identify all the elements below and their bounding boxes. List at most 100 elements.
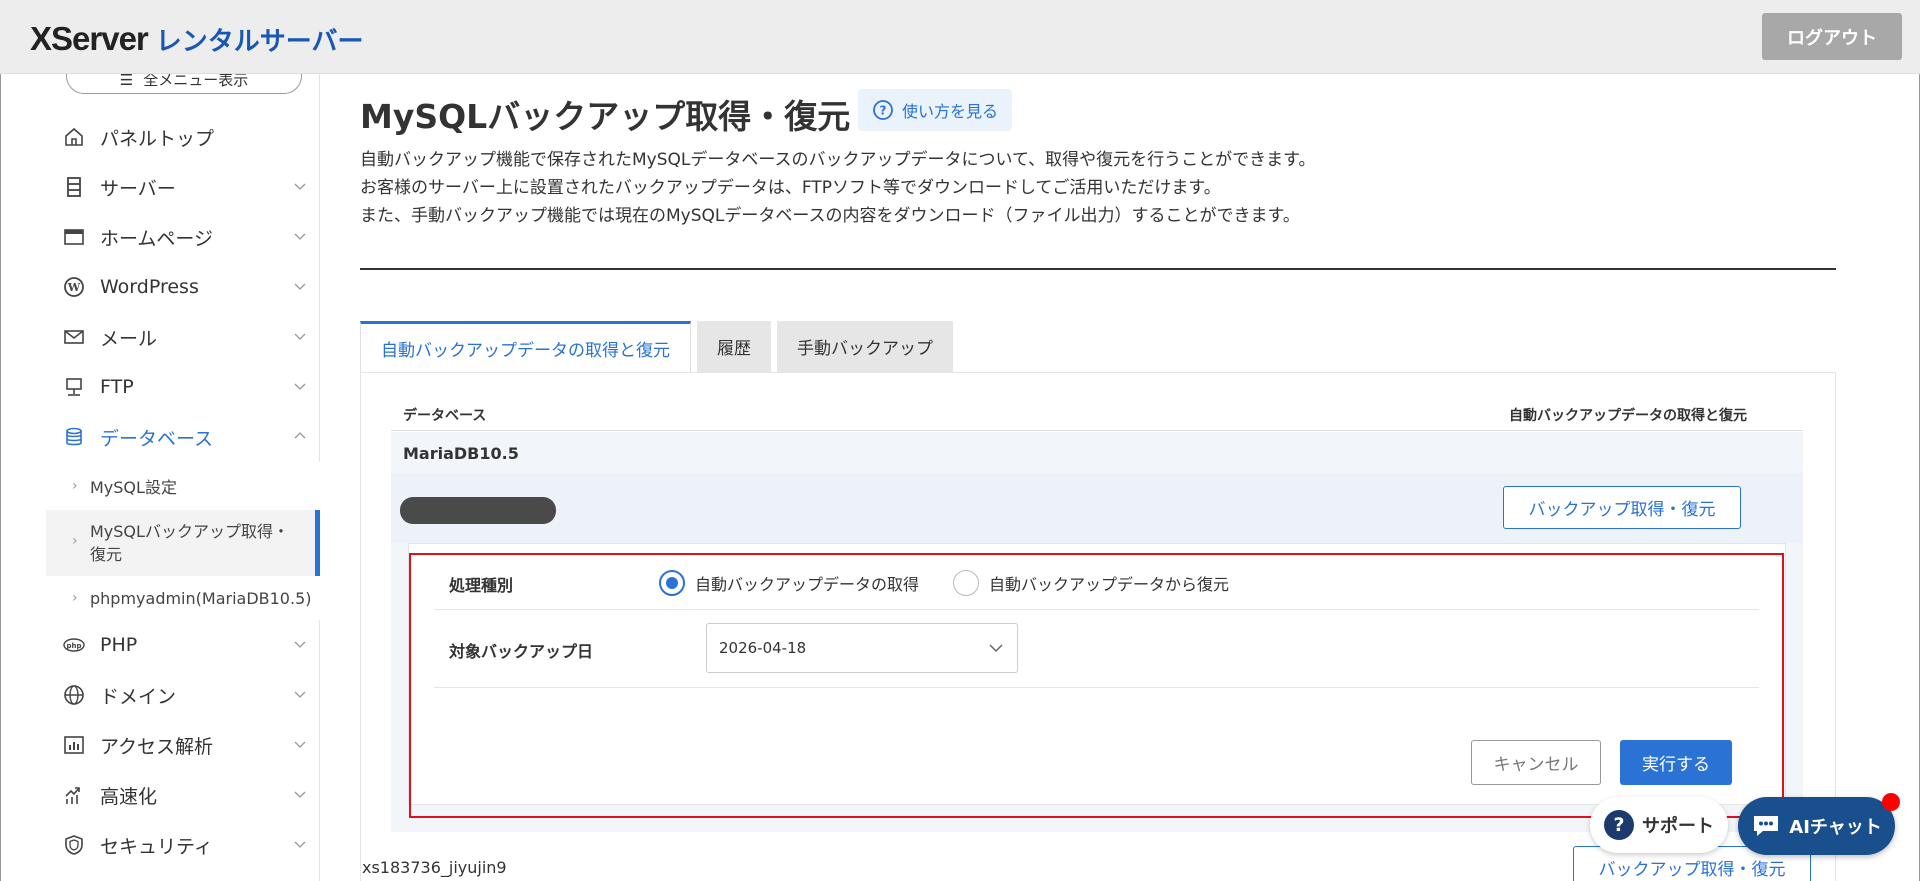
tab-bar: 自動バックアップデータの取得と復元 履歴 手動バックアップ [360,321,953,373]
form-row-process-type: 処理種別 自動バックアップデータの取得 自動バックアップデータから復元 [434,558,1759,610]
sidebar-item-speed[interactable]: 高速化 [46,770,320,820]
sidebar-sub-item-label: MySQLバックアップ取得・復元 [90,522,289,564]
server-icon [62,175,86,199]
page-description: 自動バックアップ機能で保存されたMySQLデータベースのバックアップデータについ… [360,146,1315,230]
chat-bubble-icon [1754,816,1779,836]
chevron-right-icon: › [72,590,78,606]
sidebar-sub-item-mysql-backup[interactable]: › MySQLバックアップ取得・復元 [46,510,320,576]
sidebar-nav: パネルトップ サーバー ホームページ W WordPress メール FTP デ… [46,112,320,870]
backup-date-select[interactable]: 2026-04-18 [706,623,1018,673]
speed-icon [62,783,86,807]
db-group-mariadb: MariaDB10.5 バックアップ取得・復元 処理種別 自動バックアップデータ… [391,432,1803,832]
backup-date-label: 対象バックアップ日 [449,642,594,661]
page-title: MySQLバックアップ取得・復元 [360,97,851,136]
sidebar-item-panel-top[interactable]: パネルトップ [46,112,320,162]
form-row-backup-date: 対象バックアップ日 2026-04-18 [434,610,1759,688]
description-line: また、手動バックアップ機能では現在のMySQLデータベースの内容をダウンロード（… [360,206,1300,226]
process-type-label: 処理種別 [449,576,514,595]
sidebar-item-label: WordPress [100,276,199,298]
description-line: 自動バックアップ機能で保存されたMySQLデータベースのバックアップデータについ… [360,150,1316,170]
database-name: xs183736_jiyujin9 [362,858,507,877]
xserver-logo[interactable]: XServer レンタルサーバー [30,20,364,58]
sidebar-sub-item-label: MySQL設定 [90,478,177,497]
chevron-down-icon [989,644,1003,653]
backup-form: 処理種別 自動バックアップデータの取得 自動バックアップデータから復元 対象バッ… [408,543,1786,805]
ftp-icon [62,375,86,399]
ai-chat-label: AIチャット [1789,817,1882,838]
cancel-button[interactable]: キャンセル [1471,740,1601,785]
logo-sub-text: レンタルサーバー [155,26,364,56]
sidebar: ☰ 全メニュー表示 パネルトップ サーバー ホームページ W WordPress… [46,66,320,881]
radio-label: 自動バックアップデータの取得 [695,575,920,594]
sidebar-item-homepage[interactable]: ホームページ [46,212,320,262]
section-divider [360,268,1836,270]
support-label: サポート [1642,816,1714,837]
database-icon [62,425,86,449]
sidebar-item-database[interactable]: データベース [46,412,320,462]
question-circle-icon: ? [873,100,893,120]
description-line: お客様のサーバー上に設置されたバックアップデータは、FTPソフト等でダウンロード… [360,178,1221,198]
sidebar-sub-item-label: phpmyadmin(MariaDB10.5) [90,588,312,608]
sidebar-item-label: ドメイン [100,685,177,708]
radio-get-backup[interactable]: 自動バックアップデータの取得 [659,570,919,596]
backup-date-value: 2026-04-18 [719,639,807,657]
sidebar-item-label: アクセス解析 [100,735,214,758]
chevron-down-icon [294,283,306,290]
sidebar-item-label: PHP [100,634,138,656]
sidebar-item-label: FTP [100,376,134,398]
chevron-down-icon [294,183,306,190]
sidebar-item-label: 高速化 [100,785,158,808]
chevron-down-icon [294,383,306,390]
execute-button[interactable]: 実行する [1620,740,1732,785]
radio-restore-backup[interactable]: 自動バックアップデータから復元 [953,570,1229,596]
notification-dot [1882,793,1900,811]
tab-auto-backup[interactable]: 自動バックアップデータの取得と復元 [360,321,691,373]
column-header-action: 自動バックアップデータの取得と復元 [1509,408,1747,424]
backup-restore-button[interactable]: バックアップ取得・復元 [1503,486,1741,529]
home-icon [62,125,86,149]
top-header: XServer レンタルサーバー ログアウト [0,0,1920,74]
sidebar-item-label: ホームページ [100,227,214,250]
sidebar-sub-item-mysql-settings[interactable]: › MySQL設定 [46,462,320,510]
chart-icon [62,733,86,757]
main-content: MySQLバックアップ取得・復元 ? 使い方を見る 自動バックアップ機能で保存さ… [320,74,1873,881]
shield-icon [62,833,86,857]
sidebar-item-access-analysis[interactable]: アクセス解析 [46,720,320,770]
chevron-right-icon: › [72,478,78,494]
sidebar-item-label: パネルトップ [100,127,215,150]
mail-icon [62,325,86,349]
db-group-name: MariaDB10.5 [403,444,519,463]
table-header: データベース 自動バックアップデータの取得と復元 [391,399,1803,431]
chevron-down-icon [294,641,306,648]
table-row: バックアップ取得・復元 [391,473,1803,543]
sidebar-item-label: セキュリティ [100,835,213,858]
tab-history[interactable]: 履歴 [697,321,771,372]
chevron-down-icon [294,741,306,748]
svg-text:?: ? [880,104,887,118]
redacted-database-name [400,497,556,524]
logo-main-text: XServer [30,20,149,57]
sidebar-sub-item-phpmyadmin[interactable]: › phpmyadmin(MariaDB10.5) [46,576,320,620]
browser-icon [62,225,86,249]
sidebar-item-server[interactable]: サーバー [46,162,320,212]
tab-manual-backup[interactable]: 手動バックアップ [777,321,953,372]
sidebar-item-ftp[interactable]: FTP [46,362,320,412]
window-frame-left [0,0,1,881]
sidebar-item-label: メール [100,327,158,350]
svg-text:php: php [66,642,81,650]
chevron-down-icon [294,233,306,240]
php-icon: php [62,633,86,657]
howto-link[interactable]: ? 使い方を見る [858,89,1013,131]
chevron-right-icon: › [72,533,78,549]
logout-button[interactable]: ログアウト [1762,13,1902,60]
sidebar-item-domain[interactable]: ドメイン [46,670,320,720]
radio-unselected-icon [953,570,979,596]
ai-chat-button[interactable]: AIチャット [1738,797,1895,855]
sidebar-item-mail[interactable]: メール [46,312,320,362]
question-icon: ? [1604,810,1634,840]
sidebar-item-security[interactable]: セキュリティ [46,820,320,870]
support-button[interactable]: ? サポート [1590,797,1728,853]
chevron-down-icon [294,841,306,848]
sidebar-item-php[interactable]: php PHP [46,620,320,670]
sidebar-item-wordpress[interactable]: W WordPress [46,262,320,312]
